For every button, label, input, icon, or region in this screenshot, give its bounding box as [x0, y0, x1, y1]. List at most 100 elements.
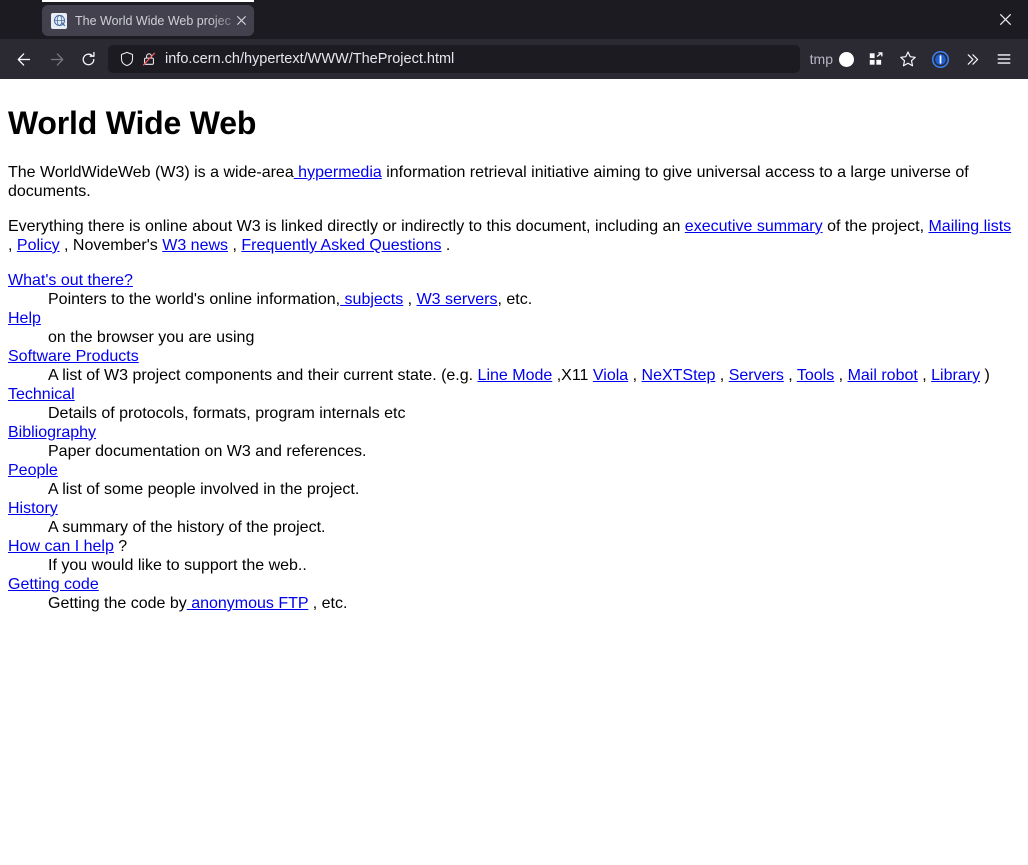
link-w3-news[interactable]: W3 news [162, 237, 228, 254]
container-label: tmp [809, 51, 833, 67]
desc-text: , [628, 366, 642, 384]
list-item-description: Details of protocols, formats, program i… [48, 404, 1020, 423]
list-item: Technical [8, 385, 1020, 404]
desc-text: , etc. [497, 290, 533, 308]
back-arrow-icon[interactable] [8, 44, 40, 74]
link-subjects[interactable]: subjects [340, 291, 404, 308]
link-mailing-lists[interactable]: Mailing lists [928, 218, 1011, 235]
link-executive-summary[interactable]: executive summary [685, 218, 823, 235]
list-item: Help [8, 309, 1020, 328]
desc-text: ) [980, 366, 990, 384]
page-content: World Wide Web The WorldWideWeb (W3) is … [0, 79, 1028, 865]
active-tab-top-line [42, 0, 254, 2]
list-item-description: on the browser you are using [48, 328, 1020, 347]
list-item-description: Paper documentation on W3 and references… [48, 442, 1020, 461]
summary-text-f: . [441, 236, 451, 254]
summary-text-a: Everything there is online about W3 is l… [8, 217, 685, 235]
desc-text: A summary of the history of the project. [48, 518, 326, 536]
list-item: What's out there? [8, 271, 1020, 290]
link-technical[interactable]: Technical [8, 386, 75, 403]
toolbar-icon-group: tmp [806, 44, 1020, 74]
list-item: Getting code [8, 575, 1020, 594]
link-software-products[interactable]: Software Products [8, 348, 139, 365]
list-item-description: A summary of the history of the project. [48, 518, 1020, 537]
list-item: Software Products [8, 347, 1020, 366]
link-how-can-i-help[interactable]: How can I help [8, 538, 114, 555]
link-tools[interactable]: Tools [797, 367, 834, 384]
desc-text: A list of some people involved in the pr… [48, 480, 360, 498]
link-library[interactable]: Library [931, 367, 980, 384]
url-text[interactable]: info.cern.ch/hypertext/WWW/TheProject.ht… [165, 51, 454, 67]
link-mail-robot[interactable]: Mail robot [848, 367, 918, 384]
list-item: Bibliography [8, 423, 1020, 442]
tab-strip: The World Wide Web projec [0, 0, 254, 39]
desc-text: Pointers to the world's online informati… [48, 290, 341, 308]
link-whats-out-there[interactable]: What's out there? [8, 272, 133, 289]
link-faq[interactable]: Frequently Asked Questions [241, 237, 441, 254]
container-color-dot [839, 51, 854, 67]
link-getting-code[interactable]: Getting code [8, 576, 99, 593]
desc-text: on the browser you are using [48, 328, 255, 346]
list-item-description: A list of W3 project components and thei… [48, 366, 1020, 385]
link-servers[interactable]: Servers [729, 367, 784, 384]
summary-text-b: of the project, [822, 217, 929, 235]
forward-arrow-icon[interactable] [40, 44, 72, 74]
desc-text: Paper documentation on W3 and references… [48, 442, 367, 460]
title-bar: The World Wide Web projec [0, 0, 1028, 39]
tab-close-icon[interactable] [232, 11, 250, 29]
intro-text-a: The WorldWideWeb (W3) is a wide-area [8, 163, 294, 181]
link-anonymous-ftp[interactable]: anonymous FTP [187, 595, 308, 612]
list-item-description: Pointers to the world's online informati… [48, 290, 1020, 309]
summary-text-d: , November's [59, 236, 163, 254]
summary-text-e: , [228, 236, 242, 254]
tab-title: The World Wide Web projec [75, 13, 231, 28]
list-item: How can I help ? [8, 537, 1020, 556]
desc-text: , [715, 366, 729, 384]
desc-text: , [917, 366, 932, 384]
browser-window: The World Wide Web projec info.cern.ch/h… [0, 0, 1028, 865]
desc-text: If you would like to support the web.. [48, 556, 307, 574]
list-item-description: If you would like to support the web.. [48, 556, 1020, 575]
hamburger-menu-icon[interactable] [988, 44, 1020, 74]
link-nextstep[interactable]: NeXTStep [642, 367, 716, 384]
link-hypermedia[interactable]: hypermedia [294, 164, 382, 181]
shield-icon[interactable] [116, 48, 138, 70]
desc-text: , [783, 366, 797, 384]
link-bibliography[interactable]: Bibliography [8, 424, 96, 441]
desc-text: , [834, 366, 848, 384]
lock-crossed-out-icon[interactable] [138, 48, 160, 70]
link-w3-servers[interactable]: W3 servers [417, 291, 498, 308]
chevron-double-right-icon[interactable] [956, 44, 988, 74]
reload-icon[interactable] [72, 44, 104, 74]
topic-definition-list: What's out there? Pointers to the world'… [8, 271, 1020, 613]
link-help[interactable]: Help [8, 310, 41, 327]
desc-text: , [403, 290, 417, 308]
link-people[interactable]: People [8, 462, 58, 479]
summary-paragraph: Everything there is online about W3 is l… [8, 217, 1020, 255]
desc-text: Getting the code by [48, 594, 187, 612]
container-tab-indicator[interactable]: tmp [806, 46, 860, 72]
summary-text-c: , [8, 236, 17, 254]
navigation-toolbar: info.cern.ch/hypertext/WWW/TheProject.ht… [0, 39, 1028, 79]
term-suffix: ? [113, 537, 128, 555]
link-line-mode[interactable]: Line Mode [478, 367, 553, 384]
window-close-button[interactable] [982, 0, 1028, 39]
link-policy[interactable]: Policy [17, 237, 60, 254]
list-item-description: Getting the code by anonymous FTP , etc. [48, 594, 1020, 613]
link-viola[interactable]: Viola [593, 367, 628, 384]
list-item-description: A list of some people involved in the pr… [48, 480, 1020, 499]
desc-text: ,X11 [552, 366, 593, 384]
desc-text: , etc. [308, 594, 348, 612]
browser-tab[interactable]: The World Wide Web projec [42, 5, 254, 36]
url-bar[interactable]: info.cern.ch/hypertext/WWW/TheProject.ht… [108, 45, 800, 73]
star-bookmark-icon[interactable] [892, 44, 924, 74]
desc-text: A list of W3 project components and thei… [48, 366, 478, 384]
onepassword-icon[interactable] [924, 44, 956, 74]
list-item: History [8, 499, 1020, 518]
extensions-grid-icon[interactable] [860, 44, 892, 74]
intro-paragraph: The WorldWideWeb (W3) is a wide-area hyp… [8, 163, 1020, 201]
link-history[interactable]: History [8, 500, 58, 517]
globe-favicon [51, 12, 67, 29]
page-title: World Wide Web [8, 105, 257, 141]
desc-text: Details of protocols, formats, program i… [48, 404, 406, 422]
